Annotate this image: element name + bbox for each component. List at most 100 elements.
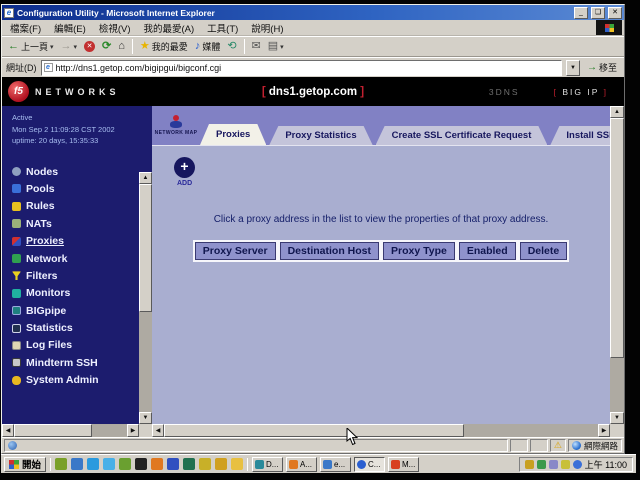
sidebar-item-log-files[interactable]: Log Files xyxy=(12,337,152,354)
go-button[interactable]: → 移至 xyxy=(584,61,620,74)
quick-launch-icon[interactable] xyxy=(231,458,243,470)
column-delete[interactable]: Delete xyxy=(520,242,568,260)
scroll-left-icon[interactable] xyxy=(2,424,14,437)
back-icon xyxy=(8,41,19,52)
sidebar-item-filters[interactable]: Filters xyxy=(12,267,152,284)
quick-launch-icon[interactable] xyxy=(87,458,99,470)
add-button[interactable]: + xyxy=(174,157,195,178)
sidebar-horizontal-scrollbar[interactable] xyxy=(2,424,139,437)
sidebar-item-statistics[interactable]: Statistics xyxy=(12,319,152,336)
quick-launch-icon[interactable] xyxy=(119,458,131,470)
address-dropdown-icon[interactable]: ▼ xyxy=(566,60,580,76)
forward-dropdown-icon[interactable] xyxy=(74,41,78,53)
system-admin-icon xyxy=(12,376,21,385)
favorites-button[interactable]: 我的最愛 xyxy=(138,39,190,54)
column-enabled[interactable]: Enabled xyxy=(459,242,516,260)
menu-tools[interactable]: 工具(T) xyxy=(207,21,238,35)
quick-launch-icon[interactable] xyxy=(215,458,227,470)
quick-launch-icon[interactable] xyxy=(71,458,83,470)
tray-icon[interactable] xyxy=(561,460,570,469)
scroll-right-icon[interactable] xyxy=(598,424,610,437)
task-button-5[interactable]: M... xyxy=(388,457,419,472)
scroll-right-icon[interactable] xyxy=(127,424,139,437)
scroll-up-icon[interactable] xyxy=(610,106,624,118)
address-input[interactable]: e http://dns1.getop.com/bigipgui/bigconf… xyxy=(41,60,562,76)
print-button[interactable] xyxy=(266,40,286,54)
scroll-left-icon[interactable] xyxy=(152,424,164,437)
history-button[interactable] xyxy=(225,40,238,53)
quick-launch-icon[interactable] xyxy=(183,458,195,470)
sidebar-item-bigpipe[interactable]: BIGpipe xyxy=(12,302,152,319)
toolbar-separator xyxy=(244,39,245,54)
print-icon xyxy=(268,41,278,52)
sidebar-item-nats[interactable]: NATs xyxy=(12,215,152,232)
quick-launch-icon[interactable] xyxy=(55,458,67,470)
forward-button[interactable] xyxy=(59,40,80,54)
quick-launch-icon[interactable] xyxy=(103,458,115,470)
media-button[interactable]: 媒體 xyxy=(193,39,223,54)
column-proxy-type[interactable]: Proxy Type xyxy=(383,242,455,260)
main-horizontal-scrollbar[interactable] xyxy=(152,424,610,437)
refresh-button[interactable] xyxy=(100,40,113,53)
minimize-button[interactable]: _ xyxy=(574,7,588,19)
sidebar-item-monitors[interactable]: Monitors xyxy=(12,285,152,302)
tray-icon[interactable] xyxy=(525,460,534,469)
status-pane xyxy=(510,439,528,452)
tab-create-ssl-certificate-request[interactable]: Create SSL Certificate Request xyxy=(376,126,548,145)
back-dropdown-icon[interactable] xyxy=(50,41,54,53)
tray-icon[interactable] xyxy=(537,460,546,469)
home-button[interactable] xyxy=(116,40,127,53)
menu-favorites[interactable]: 我的最愛(A) xyxy=(143,21,194,35)
link-3dns[interactable]: 3DNS xyxy=(489,87,520,97)
scrollbar-thumb[interactable] xyxy=(139,184,152,312)
history-icon xyxy=(227,41,236,52)
restore-button[interactable]: ❏ xyxy=(591,7,605,19)
menu-edit[interactable]: 編輯(E) xyxy=(54,21,86,35)
tab-proxy-statistics[interactable]: Proxy Statistics xyxy=(269,126,372,145)
sidebar-item-network[interactable]: Network xyxy=(12,250,152,267)
sidebar-item-rules[interactable]: Rules xyxy=(12,198,152,215)
tray-icon[interactable] xyxy=(549,460,558,469)
sidebar-item-proxies[interactable]: Proxies xyxy=(12,232,152,249)
scrollbar-thumb[interactable] xyxy=(610,118,624,358)
mail-button[interactable] xyxy=(250,40,263,53)
f5-logo-icon: f5 xyxy=(8,81,29,102)
scroll-down-icon[interactable] xyxy=(139,412,152,424)
task-button-1[interactable]: D... xyxy=(252,457,283,472)
scroll-down-icon[interactable] xyxy=(610,412,624,424)
link-bigip[interactable]: [ BIG IP ] xyxy=(554,87,608,97)
scrollbar-thumb[interactable] xyxy=(14,424,92,437)
tab-strip: NETWORK MAP Proxies Proxy Statistics Cre… xyxy=(152,106,624,146)
taskbar-divider xyxy=(247,458,248,471)
start-button[interactable]: 開始 xyxy=(4,457,46,472)
sidebar-vertical-scrollbar[interactable] xyxy=(139,172,152,424)
task-button-2[interactable]: A... xyxy=(286,457,317,472)
network-map-button[interactable]: NETWORK MAP xyxy=(152,106,200,145)
menu-view[interactable]: 檢視(V) xyxy=(99,21,131,35)
tray-icon[interactable] xyxy=(573,460,582,469)
sidebar-item-system-admin[interactable]: System Admin xyxy=(12,372,152,389)
sidebar-item-mindterm-ssh[interactable]: Mindterm SSH xyxy=(12,354,152,371)
menu-help[interactable]: 說明(H) xyxy=(251,21,283,35)
quick-launch-icon[interactable] xyxy=(167,458,179,470)
task-button-active-ie[interactable]: C... xyxy=(354,457,385,472)
main-vertical-scrollbar[interactable] xyxy=(610,106,624,424)
document-icon xyxy=(8,441,17,450)
scroll-up-icon[interactable] xyxy=(139,172,152,184)
print-dropdown-icon[interactable] xyxy=(280,41,284,53)
scrollbar-thumb[interactable] xyxy=(164,424,464,437)
back-button[interactable]: 上一頁 xyxy=(6,39,56,54)
stop-button[interactable] xyxy=(82,40,97,53)
app-icon xyxy=(255,460,264,469)
sidebar-item-pools[interactable]: Pools xyxy=(12,180,152,197)
quick-launch-icon[interactable] xyxy=(199,458,211,470)
quick-launch-icon[interactable] xyxy=(151,458,163,470)
tab-proxies[interactable]: Proxies xyxy=(200,124,266,145)
task-button-3[interactable]: e... xyxy=(320,457,351,472)
sidebar-item-nodes[interactable]: Nodes xyxy=(12,163,152,180)
menu-file[interactable]: 檔案(F) xyxy=(10,21,41,35)
quick-launch-icon[interactable] xyxy=(135,458,147,470)
close-button[interactable]: ✕ xyxy=(608,7,622,19)
column-destination-host[interactable]: Destination Host xyxy=(280,242,379,260)
column-proxy-server[interactable]: Proxy Server xyxy=(195,242,276,260)
